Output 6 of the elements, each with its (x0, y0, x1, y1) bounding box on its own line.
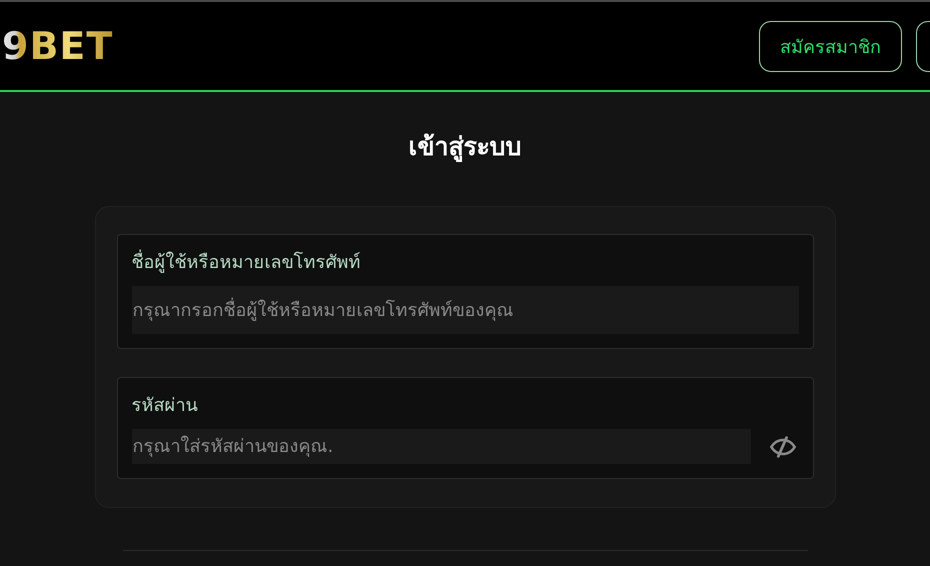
page-title: เข้าสู่ระบบ (408, 131, 522, 164)
register-button[interactable]: สมัครสมาชิก (759, 20, 902, 72)
field-label: ชื่อผู้ใช้หรือหมายเลขโทรศัพท์ (132, 247, 798, 276)
field-label: รหัสผ่าน (132, 394, 198, 418)
username-field[interactable]: กรุณากรอกชื่อผู้ใช้หรือหมายเลขโทรศัพท์ของคุณ (132, 286, 798, 334)
password-field[interactable]: กรุณาใส่รหัสผ่านของคุณ. (132, 429, 750, 464)
